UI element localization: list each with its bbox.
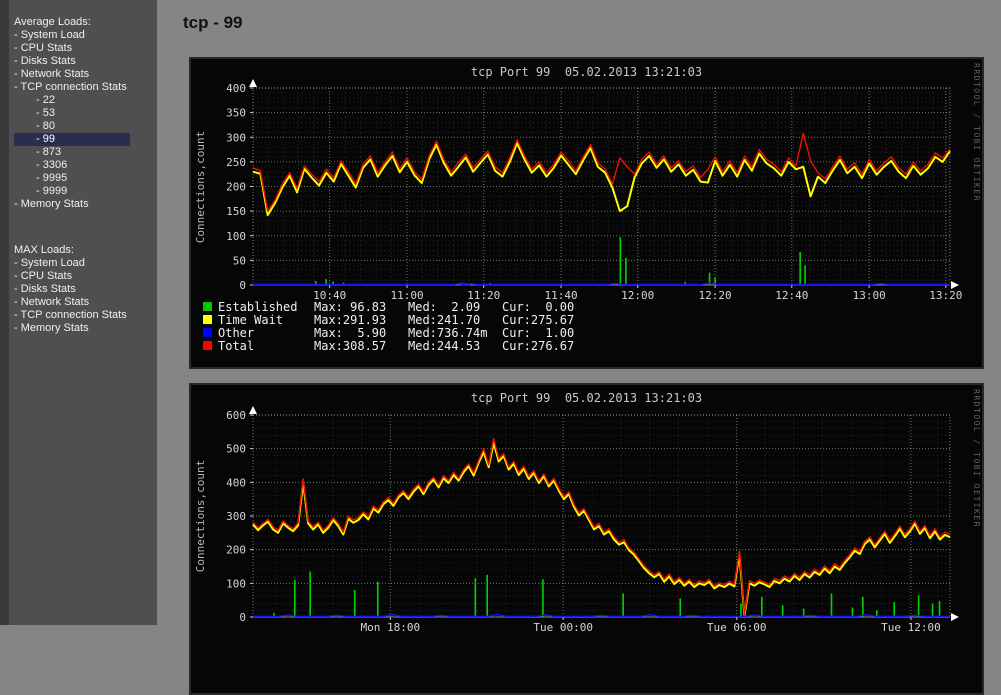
x-tick-label: 13:00 [853,289,886,302]
sidebar-item-memory-stats[interactable]: - Memory Stats [14,198,154,211]
sidebar-item-9995[interactable]: - 9995 [14,172,154,185]
y-tick-label: 350 [226,107,246,120]
sidebar-item-873[interactable]: - 873 [14,146,154,159]
sidebar-group-header: MAX Loads: [14,244,74,256]
sidebar-nav: Average Loads: - System Load - CPU Stats - … [14,16,154,335]
y-tick-label: 200 [226,181,246,194]
y-tick-label: 0 [239,611,246,624]
y-axis-arrow-icon [249,79,257,87]
legend-max: Max: 96.83 [314,299,387,314]
x-tick-label: Tue 00:00 [533,621,593,634]
legend-swatch-icon [203,302,212,311]
y-axis-arrow-icon [249,406,257,414]
sidebar-item-tcp-connection-stats[interactable]: - TCP connection Stats [14,309,154,322]
series-line-total [252,437,951,617]
sidebar-item-3306[interactable]: - 3306 [14,159,154,172]
page: { "page": { "title": "tcp - 99" }, "side… [0,0,1001,695]
y-tick-label: 300 [226,510,246,523]
legend-swatch-icon [203,341,212,350]
legend-max: Max:308.57 [314,338,387,353]
chart-svg-max: 0 100 200 300 400 500 600 Mon 18:00 Tue 00:00 Tue… [226,406,959,634]
sidebar-group-header: Average Loads: [14,16,91,28]
legend-row-established: Established Max: 96.83 Med: 2.09 Cur: 0.00 [203,299,596,314]
sidebar-item-disks-stats[interactable]: - Disks Stats [14,283,154,296]
rrd-graph-panel-average: tcp Port 99 05.02.2013 13:21:03 RRDTOOL … [189,57,984,369]
series-line-other [253,282,950,286]
x-tick-label: Tue 06:00 [707,621,767,634]
y-tick-label: 50 [233,254,246,267]
legend-label: Other [218,325,255,340]
sidebar-item-99[interactable]: - 99 [14,133,130,146]
y-tick-label: 300 [226,131,246,144]
legend-cur: Cur:276.67 [502,338,575,353]
legend-max: Max: 5.90 [314,325,387,340]
y-tick-label: 500 [226,443,246,456]
sidebar: Average Loads: - System Load - CPU Stats - … [0,0,157,625]
series-line-other [253,613,950,618]
x-tick-label: 12:40 [775,289,808,302]
sidebar-item-system-load[interactable]: - System Load [14,29,154,42]
legend-row-other: Other Max: 5.90 Med:736.74m Cur: 1.00 [203,325,596,340]
x-tick-label: 12:20 [699,289,732,302]
y-tick-label: 400 [226,82,246,95]
sidebar-item-network-stats[interactable]: - Network Stats [14,296,154,309]
sidebar-item-9999[interactable]: - 9999 [14,185,154,198]
sidebar-item-disks-stats[interactable]: - Disks Stats [14,55,154,68]
sidebar-edge-strip [0,0,9,625]
legend-med: Med:241.70 [408,312,481,327]
y-tick-label: 600 [226,409,246,422]
legend-label: Established [218,299,298,314]
y-tick-label: 200 [226,544,246,557]
legend-med: Med:244.53 [408,338,481,353]
sidebar-item-tcp-connection-stats[interactable]: - TCP connection Stats [14,81,154,94]
y-tick-label: 250 [226,156,246,169]
rrd-graph-panel-max: tcp Port 99 05.02.2013 13:21:03 RRDTOOL … [189,383,984,695]
sidebar-item-53[interactable]: - 53 [14,107,154,120]
y-tick-label: 0 [239,279,246,292]
x-tick-label: 13:20 [929,289,962,302]
y-tick-label: 400 [226,476,246,489]
sidebar-item-memory-stats[interactable]: - Memory Stats [14,322,154,335]
sidebar-item-80[interactable]: - 80 [14,120,154,133]
legend-cur: Cur: 1.00 [502,325,575,340]
legend-med: Med: 2.09 [408,299,481,314]
y-tick-label: 100 [226,230,246,243]
legend-swatch-icon [203,328,212,337]
sidebar-item-cpu-stats[interactable]: - CPU Stats [14,270,154,283]
y-tick-label: 100 [226,577,246,590]
legend-row-total: Total Max:308.57 Med:244.53 Cur:276.67 [203,338,596,353]
sidebar-item-system-load[interactable]: - System Load [14,257,154,270]
legend-label: Total [218,338,255,353]
x-tick-label: Mon 18:00 [361,621,421,634]
page-title: tcp - 99 [183,13,243,32]
legend-swatch-icon [203,315,212,324]
sidebar-item-22[interactable]: - 22 [14,94,154,107]
x-axis-arrow-icon [951,613,959,621]
sidebar-item-cpu-stats[interactable]: - CPU Stats [14,42,154,55]
legend-row-time-wait: Time Wait Max:291.93 Med:241.70 Cur:275.67 [203,312,596,327]
sidebar-group-0: Average Loads: - System Load - CPU Stats - … [14,16,154,211]
y-tick-label: 150 [226,205,246,218]
x-tick-label: Tue 12:00 [881,621,941,634]
x-tick-label: 12:00 [621,289,654,302]
legend-label: Time Wait [218,312,284,327]
sidebar-item-network-stats[interactable]: - Network Stats [14,68,154,81]
x-axis-arrow-icon [951,281,959,289]
legend-cur: Cur: 0.00 [502,299,575,314]
sidebar-group-1: MAX Loads: - System Load - CPU Stats - Disk… [14,244,154,335]
legend-med: Med:736.74m [408,325,488,340]
legend-max: Max:291.93 [314,312,387,327]
legend-cur: Cur:275.67 [502,312,575,327]
graph-legend: Established Max: 96.83 Med: 2.09 Cur: 0.00 T… [203,299,596,353]
